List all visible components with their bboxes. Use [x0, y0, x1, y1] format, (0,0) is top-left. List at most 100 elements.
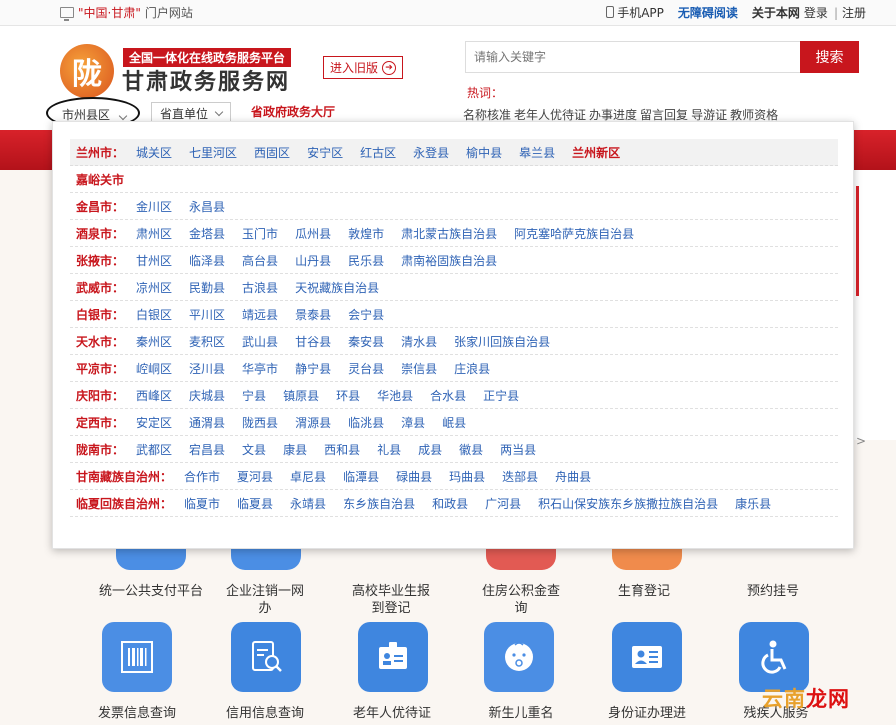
- county-link[interactable]: 正宁县: [483, 387, 519, 404]
- county-link[interactable]: 文县: [242, 441, 266, 458]
- county-link[interactable]: 卓尼县: [290, 468, 326, 485]
- government-hall-link[interactable]: 省政府政务大厅: [251, 103, 335, 120]
- county-link[interactable]: 肃南裕固族自治县: [401, 252, 497, 269]
- county-link[interactable]: 山丹县: [295, 252, 331, 269]
- county-link[interactable]: 清水县: [401, 333, 437, 350]
- city-name[interactable]: 平凉市：: [70, 360, 124, 377]
- county-link[interactable]: 渭源县: [295, 414, 331, 431]
- county-link[interactable]: 静宁县: [295, 360, 331, 377]
- city-name[interactable]: 金昌市：: [70, 198, 124, 215]
- service-label[interactable]: 发票信息查询: [90, 705, 184, 722]
- county-link[interactable]: 灵台县: [348, 360, 384, 377]
- county-link[interactable]: 岷县: [442, 414, 466, 431]
- county-link[interactable]: 古浪县: [242, 279, 278, 296]
- county-link[interactable]: 和政县: [432, 495, 468, 512]
- county-link[interactable]: 礼县: [377, 441, 401, 458]
- county-link[interactable]: 高台县: [242, 252, 278, 269]
- county-link[interactable]: 临泽县: [189, 252, 225, 269]
- county-link[interactable]: 凉州区: [136, 279, 172, 296]
- county-link[interactable]: 康县: [283, 441, 307, 458]
- service-label[interactable]: 老年人优待证: [345, 705, 439, 722]
- county-link[interactable]: 安定区: [136, 414, 172, 431]
- county-link[interactable]: 永靖县: [290, 495, 326, 512]
- county-link[interactable]: 甘州区: [136, 252, 172, 269]
- county-link[interactable]: 成县: [418, 441, 442, 458]
- county-link[interactable]: 宕昌县: [189, 441, 225, 458]
- county-link[interactable]: 永登县: [413, 144, 449, 161]
- county-link[interactable]: 瓜州县: [295, 225, 331, 242]
- service-label[interactable]: 预约挂号: [730, 583, 816, 600]
- service-tile-birth[interactable]: [612, 548, 682, 570]
- search-input[interactable]: [465, 41, 801, 73]
- service-label[interactable]: 住房公积金查询: [478, 583, 564, 617]
- site-title[interactable]: 甘肃政务服务网: [122, 64, 290, 96]
- county-link[interactable]: 张家川回族自治县: [454, 333, 550, 350]
- county-link[interactable]: 广河县: [485, 495, 521, 512]
- service-label[interactable]: 高校毕业生报到登记: [348, 583, 434, 617]
- county-link[interactable]: 徽县: [459, 441, 483, 458]
- service-label[interactable]: 新生儿重名: [474, 705, 568, 722]
- county-link[interactable]: 敦煌市: [348, 225, 384, 242]
- county-link[interactable]: 红古区: [360, 144, 396, 161]
- county-link[interactable]: 玉门市: [242, 225, 278, 242]
- city-name[interactable]: 兰州市：: [70, 144, 124, 161]
- county-link[interactable]: 临洮县: [348, 414, 384, 431]
- county-link[interactable]: 秦州区: [136, 333, 172, 350]
- city-name[interactable]: 嘉峪关市: [70, 171, 124, 188]
- search-button[interactable]: 搜索: [800, 41, 859, 73]
- county-link[interactable]: 民勤县: [189, 279, 225, 296]
- county-link[interactable]: 白银区: [136, 306, 172, 323]
- service-tile-disability[interactable]: [739, 622, 809, 692]
- county-link[interactable]: 崆峒区: [136, 360, 172, 377]
- city-name[interactable]: 武威市：: [70, 279, 124, 296]
- county-link[interactable]: 皋兰县: [519, 144, 555, 161]
- service-tile-id-card[interactable]: [612, 622, 682, 692]
- county-link[interactable]: 华池县: [377, 387, 413, 404]
- county-link[interactable]: 康乐县: [735, 495, 771, 512]
- city-name[interactable]: 定西市：: [70, 414, 124, 431]
- county-link[interactable]: 华亭市: [242, 360, 278, 377]
- county-link[interactable]: 西和县: [324, 441, 360, 458]
- county-link[interactable]: 肃北蒙古族自治县: [401, 225, 497, 242]
- county-link[interactable]: 碌曲县: [396, 468, 432, 485]
- county-link-special[interactable]: 兰州新区: [572, 144, 620, 161]
- county-link[interactable]: 西固区: [254, 144, 290, 161]
- service-tile-newborn[interactable]: [484, 622, 554, 692]
- city-name[interactable]: 张掖市：: [70, 252, 124, 269]
- county-link[interactable]: 通渭县: [189, 414, 225, 431]
- next-arrow-icon[interactable]: >: [856, 434, 866, 448]
- city-name[interactable]: 天水市：: [70, 333, 124, 350]
- service-tile-housing-fund[interactable]: [486, 548, 556, 570]
- county-link[interactable]: 麦积区: [189, 333, 225, 350]
- county-link[interactable]: 景泰县: [295, 306, 331, 323]
- county-link[interactable]: 积石山保安族东乡族撒拉族自治县: [538, 495, 718, 512]
- service-tile-payment[interactable]: [116, 548, 186, 570]
- county-link[interactable]: 合水县: [430, 387, 466, 404]
- county-link[interactable]: 玛曲县: [449, 468, 485, 485]
- county-link[interactable]: 永昌县: [189, 198, 225, 215]
- county-link[interactable]: 靖远县: [242, 306, 278, 323]
- county-link[interactable]: 平川区: [189, 306, 225, 323]
- county-link[interactable]: 舟曲县: [555, 468, 591, 485]
- county-link[interactable]: 安宁区: [307, 144, 343, 161]
- county-link[interactable]: 西峰区: [136, 387, 172, 404]
- login-link[interactable]: 登录: [804, 4, 828, 21]
- about-link[interactable]: 关于本网: [752, 4, 800, 21]
- old-version-button[interactable]: 进入旧版 ➔: [323, 56, 404, 79]
- mobile-app-link[interactable]: 手机APP: [606, 4, 664, 21]
- county-link[interactable]: 迭部县: [502, 468, 538, 485]
- register-link[interactable]: 注册: [842, 4, 866, 21]
- county-link[interactable]: 庄浪县: [454, 360, 490, 377]
- service-label[interactable]: 生育登记: [601, 583, 687, 600]
- county-link[interactable]: 肃州区: [136, 225, 172, 242]
- county-link[interactable]: 宁县: [242, 387, 266, 404]
- county-link[interactable]: 夏河县: [237, 468, 273, 485]
- county-link[interactable]: 庆城县: [189, 387, 225, 404]
- county-link[interactable]: 泾川县: [189, 360, 225, 377]
- service-label[interactable]: 身份证办理进: [600, 705, 694, 722]
- service-label[interactable]: 信用信息查询: [220, 705, 310, 722]
- county-link[interactable]: 东乡族自治县: [343, 495, 415, 512]
- county-link[interactable]: 崇信县: [401, 360, 437, 377]
- service-tile-elder-card[interactable]: [358, 622, 428, 692]
- service-label[interactable]: 统一公共支付平台: [92, 583, 210, 600]
